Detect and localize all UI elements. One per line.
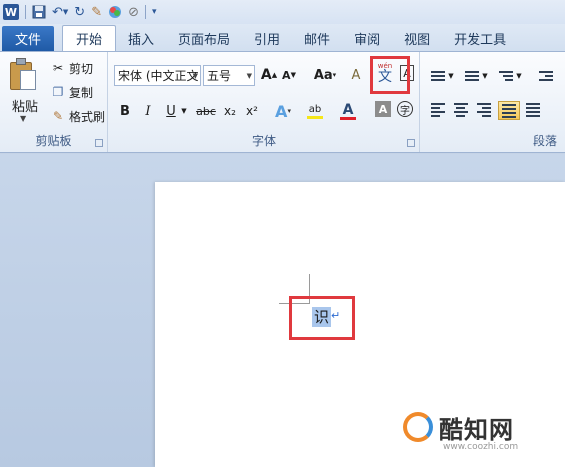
highlight-label: ab: [308, 103, 322, 115]
font-dialog-launcher-icon[interactable]: [407, 139, 415, 147]
text-effects-button[interactable]: A ▾: [273, 101, 293, 121]
copy-icon: ❐: [52, 85, 64, 99]
watermark-title: 酷知网: [439, 416, 514, 444]
scissors-icon: ✂: [52, 61, 64, 75]
font-name-combo[interactable]: 宋体 (中文正文 ▼: [114, 65, 201, 86]
multilevel-dropdown-icon[interactable]: ▼: [515, 66, 523, 86]
character-shading-button[interactable]: A: [375, 101, 391, 117]
brush-icon: ✎: [52, 109, 64, 123]
strikethrough-button[interactable]: abc: [195, 101, 217, 121]
document-area: 识 ↵ 酷知网 www.coozhi.com: [0, 154, 565, 467]
font-size-dropdown-icon[interactable]: ▼: [247, 72, 252, 80]
text-effects-label: A: [275, 101, 288, 121]
qat-separator: [25, 5, 26, 19]
clipboard-group: 粘贴 ▼ ✂ 剪切 ❐ 复制 ✎ 格式刷 剪贴板: [0, 52, 108, 152]
clear-formatting-button[interactable]: A: [347, 65, 365, 85]
align-right-icon[interactable]: [475, 102, 493, 118]
color-icon[interactable]: [108, 3, 122, 21]
watermark-logo-icon: [403, 412, 433, 442]
shrink-font-button[interactable]: A ▼: [281, 65, 297, 85]
tab-file[interactable]: 文件: [2, 26, 54, 51]
watermark-url: www.coozhi.com: [443, 442, 519, 452]
ribbon-tab-bar: 文件 开始 插入 页面布局 引用 邮件 审阅 视图 开发工具: [0, 24, 565, 51]
font-color-label: A: [342, 101, 354, 118]
paste-button[interactable]: 粘贴: [12, 96, 38, 115]
grow-font-button[interactable]: A ▲: [260, 65, 278, 85]
shrink-font-label: A: [282, 68, 291, 82]
copy-button[interactable]: ❐ 复制: [50, 83, 93, 101]
highlight-color-bar: [307, 115, 323, 119]
decrease-indent-icon[interactable]: [537, 68, 555, 84]
clipboard-group-label: 剪贴板: [35, 134, 72, 148]
quick-access-toolbar: W ↶ ▼ ↻ ✎ ⊘ ▾: [0, 0, 565, 24]
clear-format-icon[interactable]: ⊘: [128, 3, 139, 21]
align-center-icon[interactable]: [452, 102, 470, 118]
tab-references[interactable]: 引用: [242, 26, 292, 51]
undo-icon[interactable]: ↶: [52, 3, 63, 21]
clipboard-dialog-launcher-icon[interactable]: [95, 139, 103, 147]
font-size-combo[interactable]: 五号 ▼: [203, 65, 255, 86]
watermark: 酷知网 www.coozhi.com: [403, 410, 563, 460]
font-color-bar: [340, 116, 356, 120]
character-shading-label: A: [378, 102, 388, 116]
document-page[interactable]: 识 ↵ 酷知网 www.coozhi.com: [155, 182, 565, 467]
customize-icon[interactable]: ▾: [152, 3, 157, 21]
align-left-icon[interactable]: [429, 102, 447, 118]
cut-button[interactable]: ✂ 剪切: [50, 59, 93, 77]
grow-font-label: A: [260, 67, 272, 83]
phonetic-highlight-box: [370, 56, 410, 94]
paragraph-group: ▼ ▼ ▼ 段落: [421, 52, 565, 152]
justify-icon[interactable]: [498, 101, 520, 120]
font-size-value: 五号: [207, 69, 232, 83]
underline-dropdown-icon[interactable]: ▼: [179, 101, 189, 121]
ribbon: 粘贴 ▼ ✂ 剪切 ❐ 复制 ✎ 格式刷 剪贴板 宋体 (中文正文 ▼ 五号 ▼…: [0, 51, 565, 153]
font-color-button[interactable]: A: [337, 101, 359, 121]
underline-button[interactable]: U: [163, 101, 179, 121]
word-logo-icon: W: [3, 4, 19, 20]
cut-label: 剪切: [69, 61, 94, 76]
numbering-icon[interactable]: [463, 68, 481, 84]
undo-dropdown-icon[interactable]: ▼: [63, 3, 68, 21]
font-name-dropdown-icon[interactable]: ▼: [193, 72, 198, 80]
paragraph-group-label: 段落: [532, 134, 557, 148]
clear-formatting-label: A: [351, 67, 361, 83]
tab-insert[interactable]: 插入: [116, 26, 166, 51]
change-case-label: Aa: [313, 67, 333, 83]
copy-label: 复制: [69, 85, 94, 100]
paste-icon[interactable]: [10, 58, 38, 90]
selection-highlight-box: [289, 296, 355, 340]
font-group-label: 字体: [251, 134, 276, 148]
format-painter-icon[interactable]: ✎: [91, 3, 102, 21]
tab-mailings[interactable]: 邮件: [292, 26, 342, 51]
tab-home[interactable]: 开始: [62, 25, 116, 51]
tab-developer[interactable]: 开发工具: [442, 26, 518, 51]
subscript-button[interactable]: x₂: [221, 101, 239, 121]
bullets-dropdown-icon[interactable]: ▼: [447, 66, 455, 86]
save-icon[interactable]: [32, 3, 46, 21]
change-case-button[interactable]: Aa ▾: [312, 65, 338, 85]
enclose-characters-label: 字: [400, 105, 410, 117]
tab-review[interactable]: 审阅: [342, 26, 392, 51]
paste-dropdown-icon[interactable]: ▼: [20, 114, 26, 123]
bullets-icon[interactable]: [429, 68, 447, 84]
tab-view[interactable]: 视图: [392, 26, 442, 51]
qat-separator: [145, 5, 147, 19]
superscript-button[interactable]: x²: [243, 101, 261, 121]
italic-button[interactable]: I: [140, 101, 156, 121]
enclose-characters-button[interactable]: 字: [397, 101, 413, 117]
highlight-color-button[interactable]: ab: [302, 101, 328, 121]
font-name-value: 宋体 (中文正文: [118, 69, 199, 83]
redo-icon[interactable]: ↻: [74, 3, 85, 21]
font-group: 宋体 (中文正文 ▼ 五号 ▼ A ▲ A ▼ Aa ▾ A wén 文 A B I …: [109, 52, 420, 152]
format-painter-button[interactable]: ✎ 格式刷: [50, 107, 105, 125]
tab-page-layout[interactable]: 页面布局: [166, 26, 242, 51]
distributed-icon[interactable]: [524, 102, 542, 118]
format-painter-label: 格式刷: [69, 109, 106, 124]
numbering-dropdown-icon[interactable]: ▼: [481, 66, 489, 86]
bold-button[interactable]: B: [117, 101, 133, 121]
multilevel-list-icon[interactable]: [497, 68, 515, 84]
